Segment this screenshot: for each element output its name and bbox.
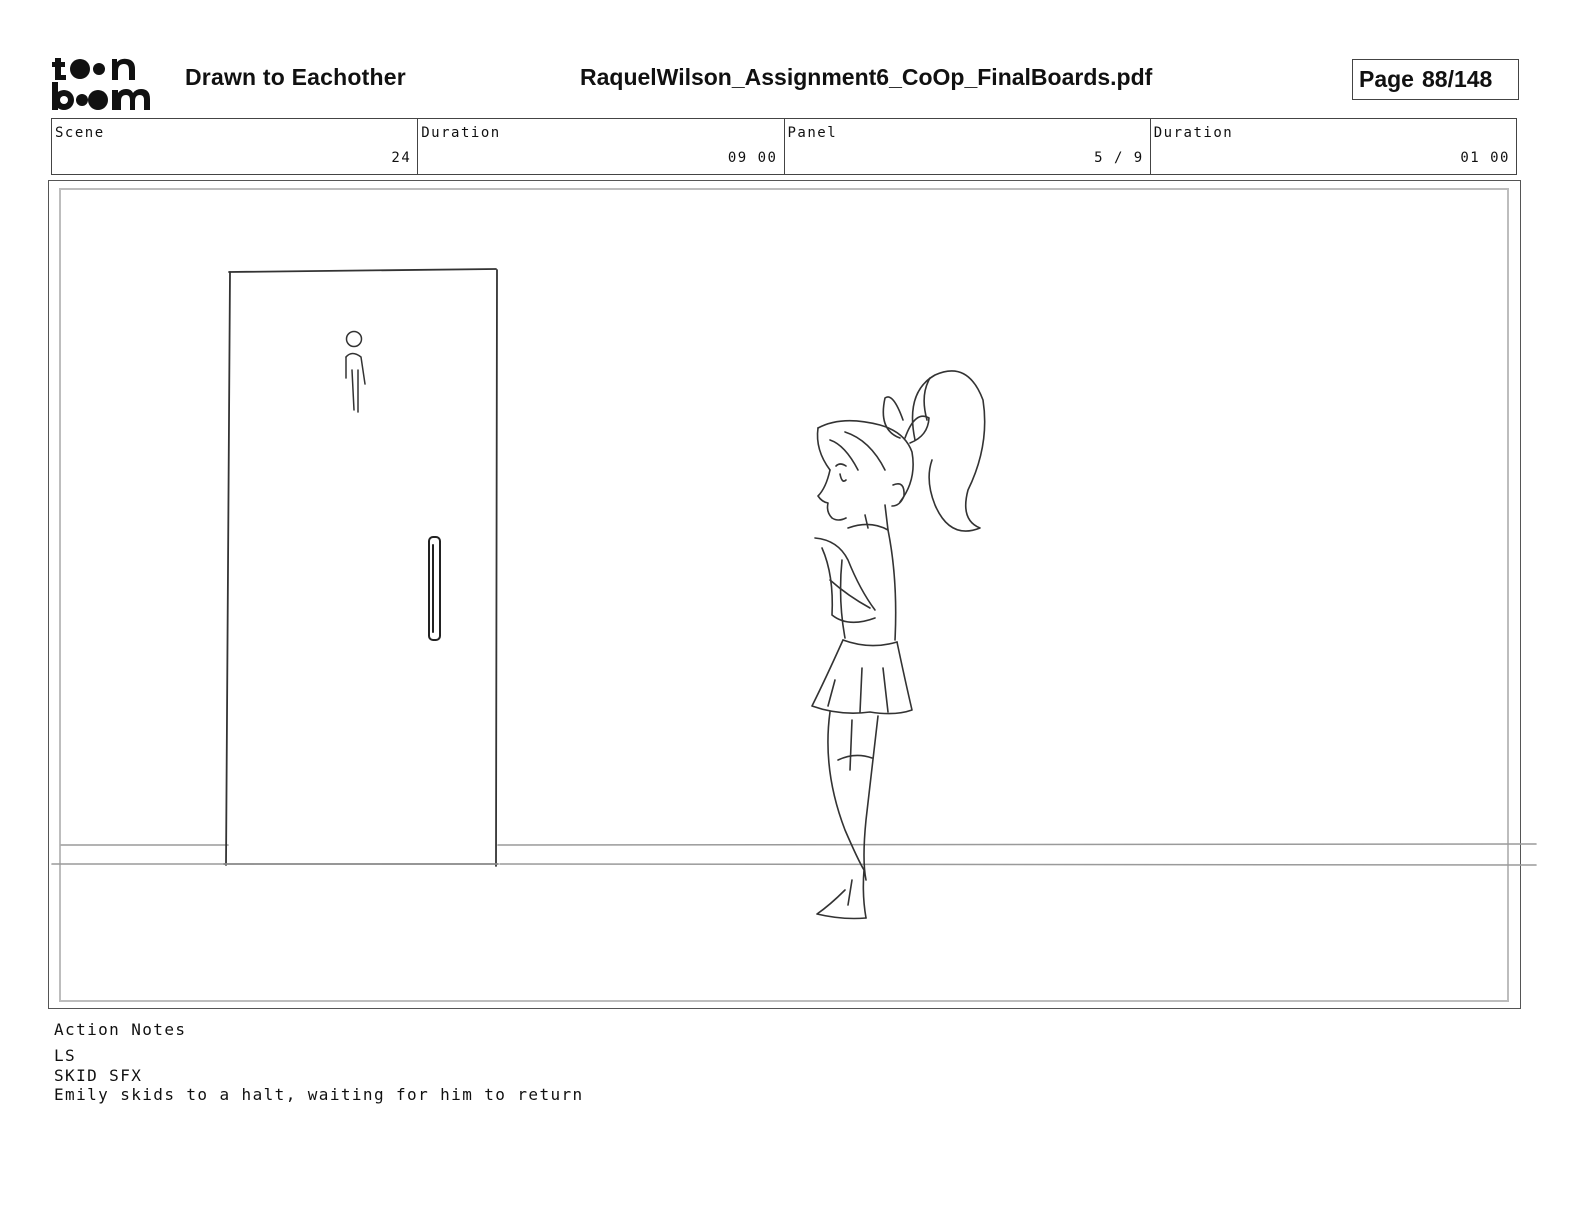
floor-lines (51, 843, 1537, 866)
storyboard-drawing (51, 268, 1537, 920)
note-line: LS (54, 1046, 77, 1065)
girl-character-sketch (811, 370, 986, 920)
restroom-sign-icon (345, 330, 366, 413)
door-handle (428, 536, 441, 641)
action-notes: LS SKID SFX Emily skids to a halt, waiti… (54, 1046, 584, 1105)
action-notes-label: Action Notes (54, 1020, 187, 1039)
note-line: SKID SFX (54, 1065, 143, 1085)
note-line: Emily skids to a halt, waiting for him t… (54, 1085, 584, 1104)
